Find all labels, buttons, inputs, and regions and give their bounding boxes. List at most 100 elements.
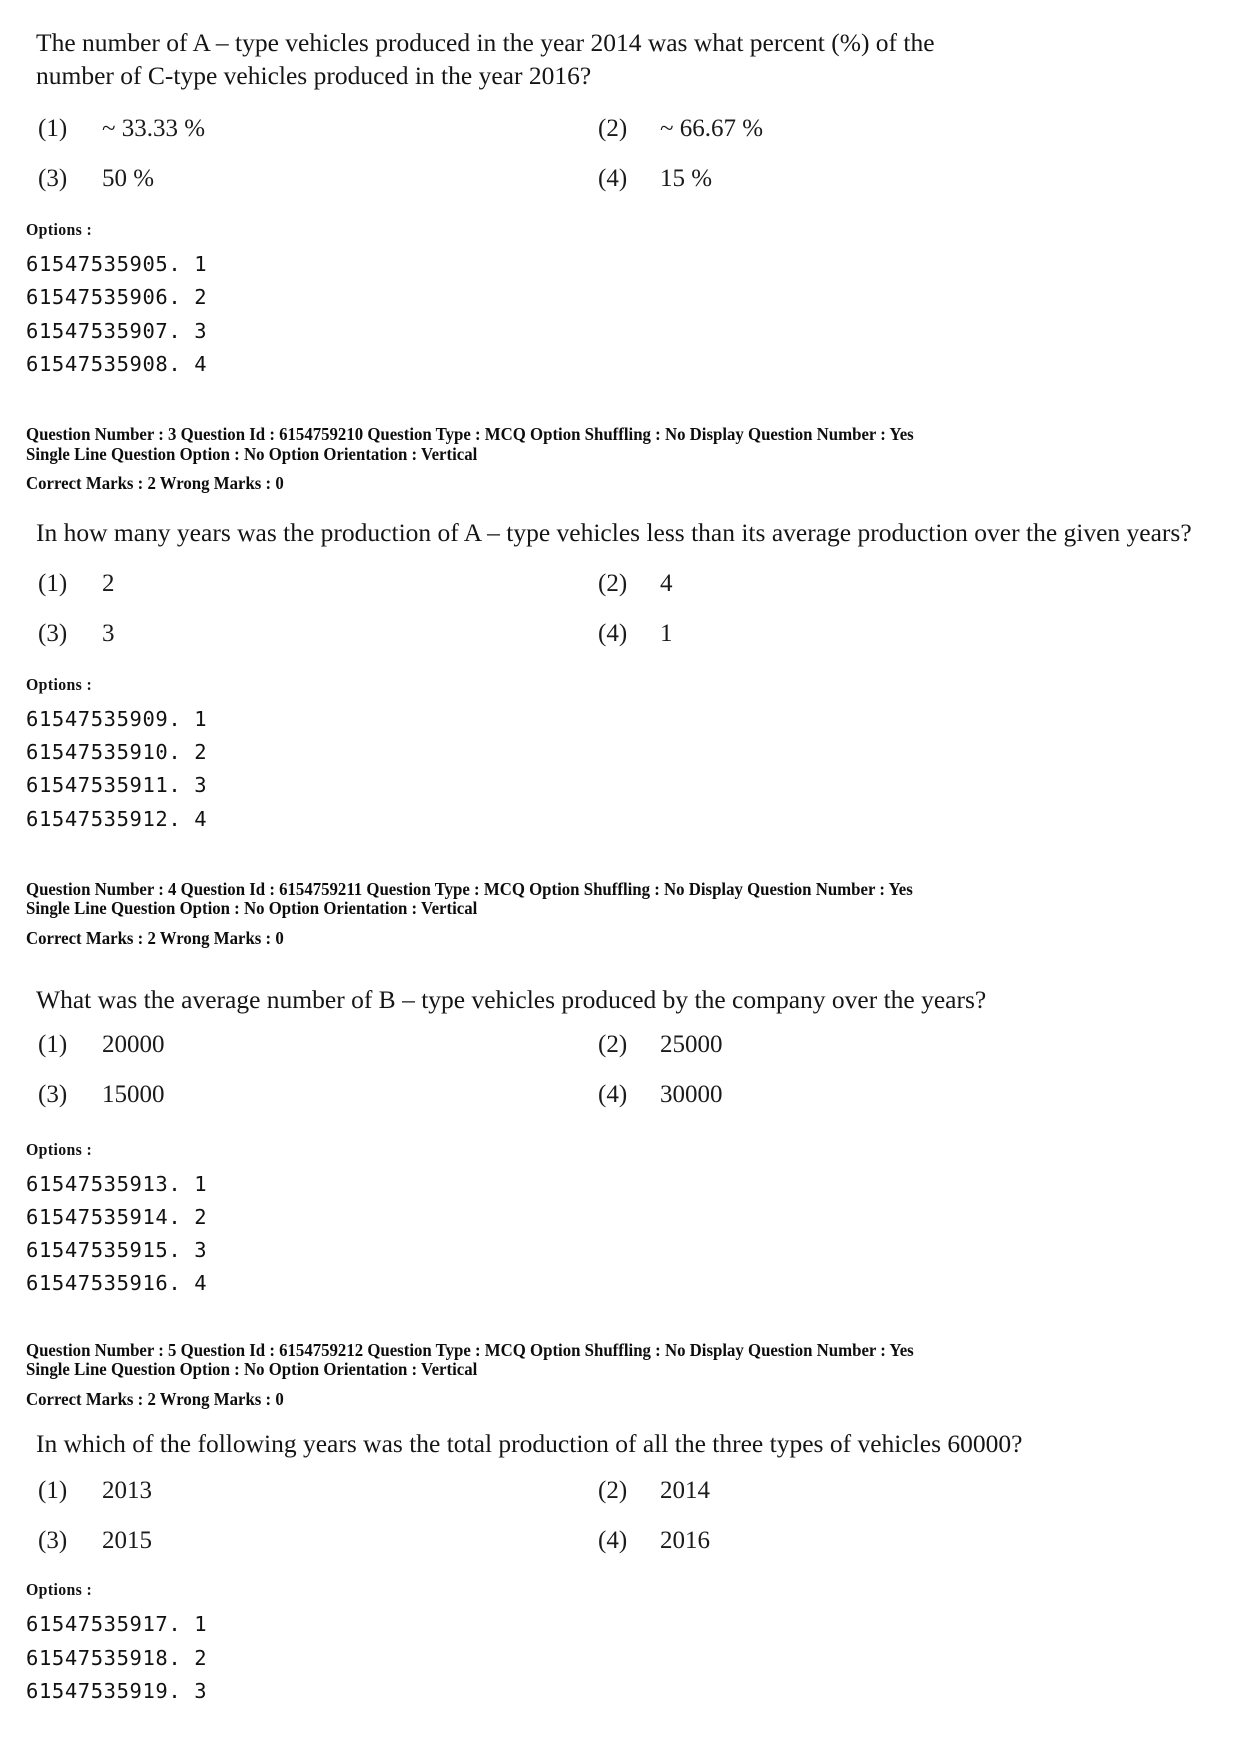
option-id: 61547535910. 2 — [26, 740, 208, 765]
choice-2[interactable]: (2) 2014 — [598, 1472, 1158, 1510]
choice-2-text: 25000 — [660, 1030, 723, 1058]
choice-row: (3) 2015 (4) 2016 — [38, 1522, 1158, 1560]
option-id: 61547535905. 1 — [26, 252, 208, 277]
choice-2-text: ~ 66.67 % — [660, 115, 764, 143]
choice-3-number: (3) — [38, 620, 68, 648]
choice-4[interactable]: (4) 15 % — [598, 160, 1158, 198]
choice-3-text: 15000 — [102, 1080, 165, 1108]
choice-3[interactable]: (3) 2015 — [38, 1522, 598, 1560]
choice-1-text: 20000 — [102, 1030, 165, 1058]
choice-row: (3) 3 (4) 1 — [38, 615, 1158, 653]
option-id: 61547535914. 2 — [26, 1204, 208, 1229]
choice-3-text: 50 % — [102, 165, 155, 193]
options-label: Options : — [26, 1139, 93, 1159]
choice-4[interactable]: (4) 1 — [598, 615, 1158, 653]
question-stem: In how many years was the production of … — [36, 516, 1218, 549]
choice-4[interactable]: (4) 2016 — [598, 1522, 1158, 1560]
option-id: 61547535906. 2 — [26, 285, 208, 310]
option-id-list: 61547535913. 1 61547535914. 2 6154753591… — [26, 1168, 1240, 1301]
options-label: Options : — [26, 675, 93, 695]
option-id: 61547535918. 2 — [26, 1645, 208, 1670]
option-id-list: 61547535909. 1 61547535910. 2 6154753591… — [26, 703, 1240, 836]
choice-1-text: 2013 — [102, 1477, 152, 1505]
choice-grid: (1) 2 (2) 4 (3) 3 (4) 1 — [38, 565, 1158, 653]
choice-2[interactable]: (2) 4 — [598, 565, 1158, 603]
question-metadata-line-2: Single Line Question Option : No Option … — [26, 898, 478, 919]
question-metadata-line-2: Single Line Question Option : No Option … — [26, 1359, 478, 1380]
question-metadata: Question Number : 5 Question Id : 615475… — [26, 1339, 1240, 1410]
choice-3[interactable]: (3) 50 % — [38, 160, 598, 198]
choice-1[interactable]: (1) 2013 — [38, 1472, 598, 1510]
choice-2[interactable]: (2) ~ 66.67 % — [598, 110, 1158, 148]
choice-2-number: (2) — [598, 1030, 628, 1058]
choice-grid: (1) 20000 (2) 25000 (3) 15000 (4) 30000 — [38, 1026, 1158, 1114]
options-label: Options : — [26, 1580, 93, 1600]
option-id-list: 61547535917. 1 61547535918. 2 6154753591… — [26, 1608, 1240, 1708]
choice-2-text: 2014 — [660, 1477, 710, 1505]
choice-3-text: 3 — [102, 620, 115, 648]
choice-row: (3) 15000 (4) 30000 — [38, 1076, 1158, 1114]
choice-4-number: (4) — [598, 165, 628, 193]
choice-4-text: 15 % — [660, 165, 713, 193]
question-block-3: Question Number : 3 Question Id : 615475… — [0, 424, 1240, 836]
choice-3-number: (3) — [38, 1080, 68, 1108]
question-stem-line-2: number of C-type vehicles produced in th… — [36, 61, 592, 91]
choice-3-number: (3) — [38, 165, 68, 193]
choice-4-number: (4) — [598, 1080, 628, 1108]
choice-3-text: 2015 — [102, 1527, 152, 1555]
question-metadata: Question Number : 3 Question Id : 615475… — [26, 424, 1240, 494]
option-id: 61547535919. 3 — [26, 1678, 208, 1703]
choice-row: (1) 2 (2) 4 — [38, 565, 1158, 603]
choice-1-text: ~ 33.33 % — [102, 115, 206, 143]
question-marks: Correct Marks : 2 Wrong Marks : 0 — [26, 473, 284, 494]
choice-4[interactable]: (4) 30000 — [598, 1076, 1158, 1114]
question-marks: Correct Marks : 2 Wrong Marks : 0 — [26, 1388, 284, 1409]
exam-page: The number of A – type vehicles produced… — [0, 0, 1240, 1754]
choice-row: (1) ~ 33.33 % (2) ~ 66.67 % — [38, 110, 1158, 148]
choice-grid: (1) ~ 33.33 % (2) ~ 66.67 % (3) 50 % (4)… — [38, 110, 1158, 198]
option-id: 61547535915. 3 — [26, 1238, 208, 1263]
choice-4-text: 1 — [660, 620, 673, 648]
question-block-2-continuation: The number of A – type vehicles produced… — [0, 26, 1240, 381]
question-block-4: Question Number : 4 Question Id : 615475… — [0, 879, 1240, 1301]
question-metadata-line-2: Single Line Question Option : No Option … — [26, 443, 478, 464]
question-marks: Correct Marks : 2 Wrong Marks : 0 — [26, 928, 284, 949]
choice-3[interactable]: (3) 15000 — [38, 1076, 598, 1114]
choice-1[interactable]: (1) 20000 — [38, 1026, 598, 1064]
choice-1-number: (1) — [38, 115, 68, 143]
choice-4-number: (4) — [598, 1527, 628, 1555]
choice-row: (1) 20000 (2) 25000 — [38, 1026, 1158, 1064]
option-id: 61547535907. 3 — [26, 318, 208, 343]
option-id: 61547535909. 1 — [26, 707, 208, 732]
option-id: 61547535917. 1 — [26, 1612, 208, 1637]
choice-1[interactable]: (1) ~ 33.33 % — [38, 110, 598, 148]
question-block-5: Question Number : 5 Question Id : 615475… — [0, 1339, 1240, 1709]
choice-1-number: (1) — [38, 1030, 68, 1058]
choice-4-number: (4) — [598, 620, 628, 648]
choice-4-text: 2016 — [660, 1527, 710, 1555]
question-stem-line-1: The number of A – type vehicles produced… — [36, 28, 935, 57]
option-id: 61547535916. 4 — [26, 1271, 208, 1296]
choice-4-text: 30000 — [660, 1080, 723, 1108]
choice-2-number: (2) — [598, 115, 628, 143]
option-id: 61547535911. 3 — [26, 773, 208, 798]
question-metadata-line-1: Question Number : 3 Question Id : 615475… — [26, 424, 914, 445]
choice-2[interactable]: (2) 25000 — [598, 1026, 1158, 1064]
question-metadata-line-1: Question Number : 5 Question Id : 615475… — [26, 1339, 914, 1360]
question-stem: In which of the following years was the … — [36, 1427, 1218, 1460]
option-id: 61547535908. 4 — [26, 351, 208, 376]
choice-row: (1) 2013 (2) 2014 — [38, 1472, 1158, 1510]
question-stem-text: In how many years was the production of … — [36, 517, 1192, 547]
option-id: 61547535912. 4 — [26, 806, 208, 831]
choice-row: (3) 50 % (4) 15 % — [38, 160, 1158, 198]
choice-3-number: (3) — [38, 1527, 68, 1555]
question-metadata: Question Number : 4 Question Id : 615475… — [26, 879, 1240, 949]
options-label: Options : — [26, 220, 93, 240]
choice-1-text: 2 — [102, 570, 115, 598]
option-id-list: 61547535905. 1 61547535906. 2 6154753590… — [26, 248, 1240, 381]
question-stem: The number of A – type vehicles produced… — [36, 26, 1218, 92]
choice-3[interactable]: (3) 3 — [38, 615, 598, 653]
choice-2-text: 4 — [660, 570, 673, 598]
choice-1[interactable]: (1) 2 — [38, 565, 598, 603]
choice-grid: (1) 2013 (2) 2014 (3) 2015 (4) 2016 — [38, 1472, 1158, 1560]
